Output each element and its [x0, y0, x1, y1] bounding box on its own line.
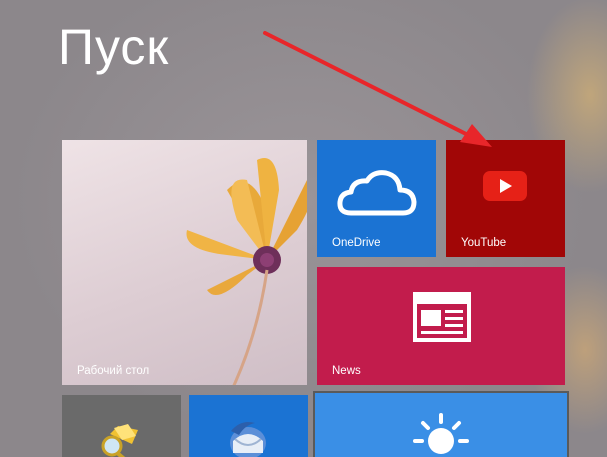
newspaper-icon: [413, 292, 471, 342]
thunderbird-icon: [230, 422, 266, 457]
tile-label: News: [332, 365, 361, 377]
folder-magnifier-icon: [101, 424, 138, 457]
play-icon: [483, 171, 527, 201]
cloud-icon: [337, 170, 417, 216]
tile-label: Рабочий стол: [77, 365, 150, 377]
tile-app-mail[interactable]: [189, 395, 308, 457]
tile-label: OneDrive: [332, 237, 381, 249]
tile-news[interactable]: News: [317, 267, 565, 385]
tile-weather[interactable]: [313, 391, 569, 457]
page-title: Пуск: [58, 19, 170, 75]
tile-youtube[interactable]: YouTube: [446, 140, 565, 257]
tile-desktop[interactable]: Рабочий стол: [62, 140, 307, 385]
tile-app-folder[interactable]: [62, 395, 181, 457]
sun-icon: [413, 413, 469, 454]
tile-onedrive[interactable]: OneDrive: [317, 140, 436, 257]
tile-label: YouTube: [461, 237, 507, 249]
flower-image: [186, 158, 307, 385]
